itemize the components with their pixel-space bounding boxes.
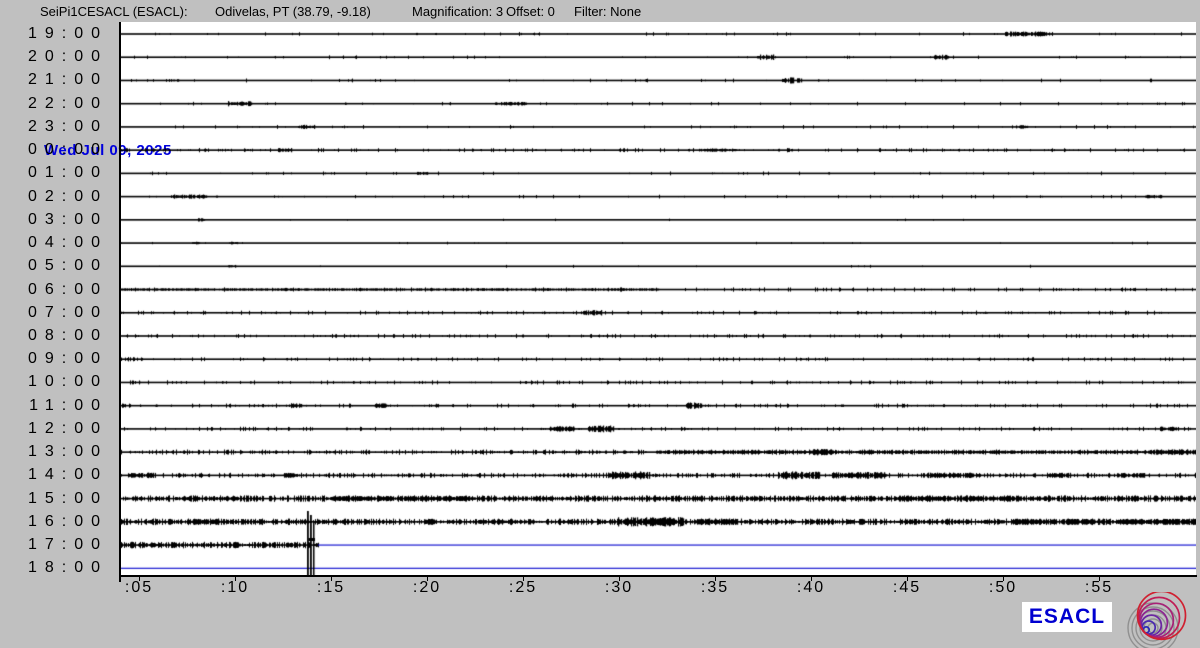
hour-label: 05:00 [0, 258, 108, 274]
minute-tick [523, 575, 524, 581]
minute-tick [1003, 575, 1004, 581]
helicorder-window: SeiPi1CESACL (ESACL): Odivelas, PT (38.7… [0, 0, 1200, 648]
hour-label: 16:00 [0, 514, 108, 530]
minute-tick [619, 575, 620, 581]
plot-left-border [119, 22, 121, 582]
minute-label: :25 [493, 579, 553, 597]
minute-tick [427, 575, 428, 581]
station-location: Odivelas, PT (38.79, -9.18) [215, 4, 371, 19]
minute-tick [907, 575, 908, 581]
esacl-wordmark: ESACL [1022, 602, 1112, 632]
hour-label: 17:00 [0, 537, 108, 553]
plot-bottom-axis [119, 575, 1197, 577]
hour-label: 13:00 [0, 444, 108, 460]
minute-label: :15 [301, 579, 361, 597]
hour-label: 10:00 [0, 374, 108, 390]
hour-label: 09:00 [0, 351, 108, 367]
hour-label: 02:00 [0, 189, 108, 205]
hour-label: 22:00 [0, 96, 108, 112]
hour-label: 14:00 [0, 467, 108, 483]
minute-label: :40 [781, 579, 841, 597]
minute-tick [139, 575, 140, 581]
minute-label: :45 [877, 579, 937, 597]
helicorder-traces [121, 22, 1196, 575]
esacl-spiral-logo [1120, 592, 1200, 648]
filter-setting: Filter: None [574, 4, 641, 19]
minute-tick [331, 575, 332, 581]
hour-label: 04:00 [0, 235, 108, 251]
station-id: SeiPi1CESACL (ESACL): [40, 4, 188, 19]
hour-label: 19:00 [0, 26, 108, 42]
hour-label: 15:00 [0, 491, 108, 507]
hour-label: 07:00 [0, 305, 108, 321]
hour-label: 08:00 [0, 328, 108, 344]
header-bar: SeiPi1CESACL (ESACL): Odivelas, PT (38.7… [0, 0, 1200, 22]
minute-tick [235, 575, 236, 581]
minute-label: :05 [109, 579, 169, 597]
hour-label: 00:00 [0, 142, 108, 158]
hour-label: 01:00 [0, 165, 108, 181]
hour-label: 21:00 [0, 72, 108, 88]
minute-label: :35 [685, 579, 745, 597]
minute-label: :10 [205, 579, 265, 597]
minute-label: :50 [973, 579, 1033, 597]
minute-tick [1099, 575, 1100, 581]
hour-label: 12:00 [0, 421, 108, 437]
minute-tick [811, 575, 812, 581]
hour-label: 23:00 [0, 119, 108, 135]
magnification-setting: Magnification: 3 [412, 4, 503, 19]
minute-tick [715, 575, 716, 581]
hour-label: 20:00 [0, 49, 108, 65]
hour-label: 06:00 [0, 282, 108, 298]
minute-label: :20 [397, 579, 457, 597]
hour-label: 03:00 [0, 212, 108, 228]
offset-setting: Offset: 0 [506, 4, 555, 19]
hour-label: 11:00 [0, 398, 108, 414]
minute-label: :30 [589, 579, 649, 597]
hour-label: 18:00 [0, 560, 108, 576]
